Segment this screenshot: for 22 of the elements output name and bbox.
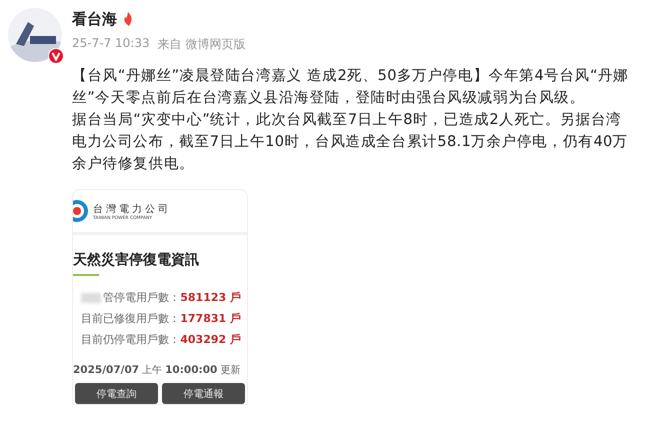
stat-value: 177831 戶 bbox=[180, 311, 241, 326]
stat-label: 目前仍停電用戶數： bbox=[81, 332, 180, 347]
company-name: 台灣電力公司 bbox=[93, 202, 171, 216]
stat-value: 581123 戶 bbox=[180, 290, 241, 305]
stat-value: 403292 戶 bbox=[180, 332, 241, 347]
stat-label: 目前已修復用戶數： bbox=[81, 311, 180, 326]
fire-icon bbox=[123, 12, 133, 26]
verified-badge-icon bbox=[48, 48, 64, 64]
card-button[interactable]: 停電通報 bbox=[162, 383, 245, 404]
post-source: 来自 微博网页版 bbox=[158, 36, 246, 53]
author-name[interactable]: 看台海 bbox=[72, 10, 117, 28]
blurred-text bbox=[81, 292, 102, 302]
update-label: 更新 bbox=[220, 364, 240, 377]
update-ampm: 上午 bbox=[142, 364, 162, 377]
update-clock: 10:00:00 bbox=[165, 364, 218, 376]
card-button[interactable]: 停電查詢 bbox=[75, 383, 158, 404]
post-text: 据台当局“灾变中心”统计，此次台风截至7日上午8时，已造成2人死亡。另据台湾电力公司公布，截至7日上午10时，台风造成全台累计58.1万余户停电，仍有40万余户待修复供电。 bbox=[72, 110, 629, 174]
stat-label: 管停電用戶數： bbox=[103, 290, 180, 305]
update-date: 2025/07/07 bbox=[73, 364, 140, 376]
post-text: 【台风“丹娜丝”凌晨登陆台湾嘉义 造成2死、50多万户停电】今年第4号台风“丹娜丝”今天零点前后在台湾嘉义县沿海登陆，登陆时由强台风级减弱为台风级。 bbox=[72, 66, 630, 108]
company-logo-icon bbox=[73, 200, 89, 222]
card-title: 天然災害停復電資訊 bbox=[73, 251, 200, 269]
